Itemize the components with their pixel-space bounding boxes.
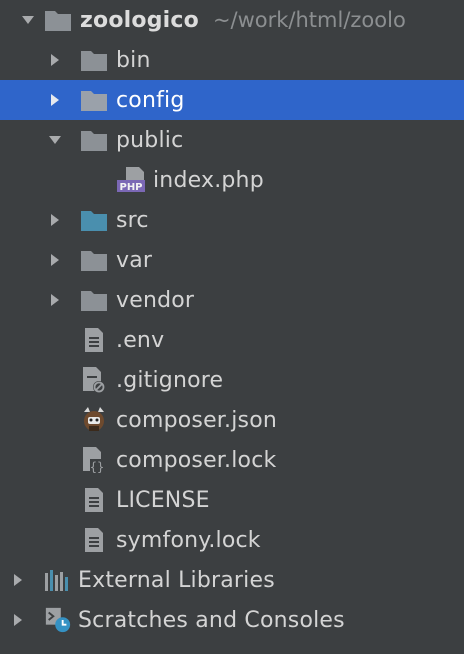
tree-item-scratches[interactable]: Scratches and Consoles <box>0 600 464 640</box>
tree-item-label: src <box>116 207 149 233</box>
chevron-right-icon[interactable] <box>8 610 28 630</box>
folder-icon <box>80 246 108 274</box>
tree-item-label: Scratches and Consoles <box>78 607 345 633</box>
source-folder-icon <box>80 206 108 234</box>
tree-item-label: public <box>116 127 184 153</box>
folder-icon <box>80 286 108 314</box>
tree-item-symfony-lock[interactable]: symfony.lock <box>0 520 464 560</box>
tree-item-src[interactable]: src <box>0 200 464 240</box>
tree-item-label: symfony.lock <box>116 527 261 553</box>
chevron-right-icon[interactable] <box>45 250 65 270</box>
tree-item-label: vendor <box>116 287 195 313</box>
libraries-icon <box>44 566 72 594</box>
chevron-right-icon[interactable] <box>45 210 65 230</box>
tree-item-label: var <box>116 247 153 273</box>
tree-item-label: config <box>116 87 185 113</box>
tree-item-index-php[interactable]: PHP index.php <box>0 160 464 200</box>
tree-item-label: bin <box>116 47 151 73</box>
chevron-right-icon[interactable] <box>45 90 65 110</box>
tree-item-label: External Libraries <box>78 567 275 593</box>
tree-root-zoologico[interactable]: zoologico ~/work/html/zoolo <box>0 0 464 40</box>
composer-icon <box>80 406 108 434</box>
text-file-icon <box>80 486 108 514</box>
chevron-down-icon[interactable] <box>45 130 65 150</box>
tree-item-label: composer.json <box>116 407 278 433</box>
tree-item-public[interactable]: public <box>0 120 464 160</box>
tree-item-gitignore[interactable]: .gitignore <box>0 360 464 400</box>
svg-text:{}: {} <box>90 460 104 474</box>
tree-item-env[interactable]: .env <box>0 320 464 360</box>
tree-item-label: index.php <box>153 167 264 193</box>
tree-item-external-libraries[interactable]: External Libraries <box>0 560 464 600</box>
chevron-right-icon[interactable] <box>45 290 65 310</box>
tree-item-label: composer.lock <box>116 447 277 473</box>
tree-item-composer-json[interactable]: composer.json <box>0 400 464 440</box>
scratches-icon <box>44 606 72 634</box>
folder-icon <box>80 126 108 154</box>
tree-item-label: LICENSE <box>116 487 210 513</box>
json-lock-file-icon: {} <box>80 446 108 474</box>
tree-item-var[interactable]: var <box>0 240 464 280</box>
tree-item-composer-lock[interactable]: {} composer.lock <box>0 440 464 480</box>
text-file-icon <box>80 526 108 554</box>
tree-item-label: .gitignore <box>116 367 224 393</box>
project-name: zoologico <box>80 7 199 33</box>
tree-item-license[interactable]: LICENSE <box>0 480 464 520</box>
project-tree: zoologico ~/work/html/zoolo bin config p… <box>0 0 464 654</box>
tree-item-vendor[interactable]: vendor <box>0 280 464 320</box>
chevron-right-icon[interactable] <box>45 50 65 70</box>
tree-item-label: .env <box>116 327 165 353</box>
chevron-right-icon[interactable] <box>8 570 28 590</box>
tree-item-config[interactable]: config <box>0 80 464 120</box>
php-file-icon: PHP <box>117 166 147 194</box>
ignored-file-icon <box>80 366 108 394</box>
text-file-icon <box>80 326 108 354</box>
folder-icon <box>80 46 108 74</box>
php-badge-text: PHP <box>119 182 142 193</box>
folder-icon <box>44 6 72 34</box>
folder-icon <box>80 86 108 114</box>
tree-item-bin[interactable]: bin <box>0 40 464 80</box>
chevron-down-icon[interactable] <box>18 10 38 30</box>
project-path: ~/work/html/zoolo <box>212 8 406 32</box>
